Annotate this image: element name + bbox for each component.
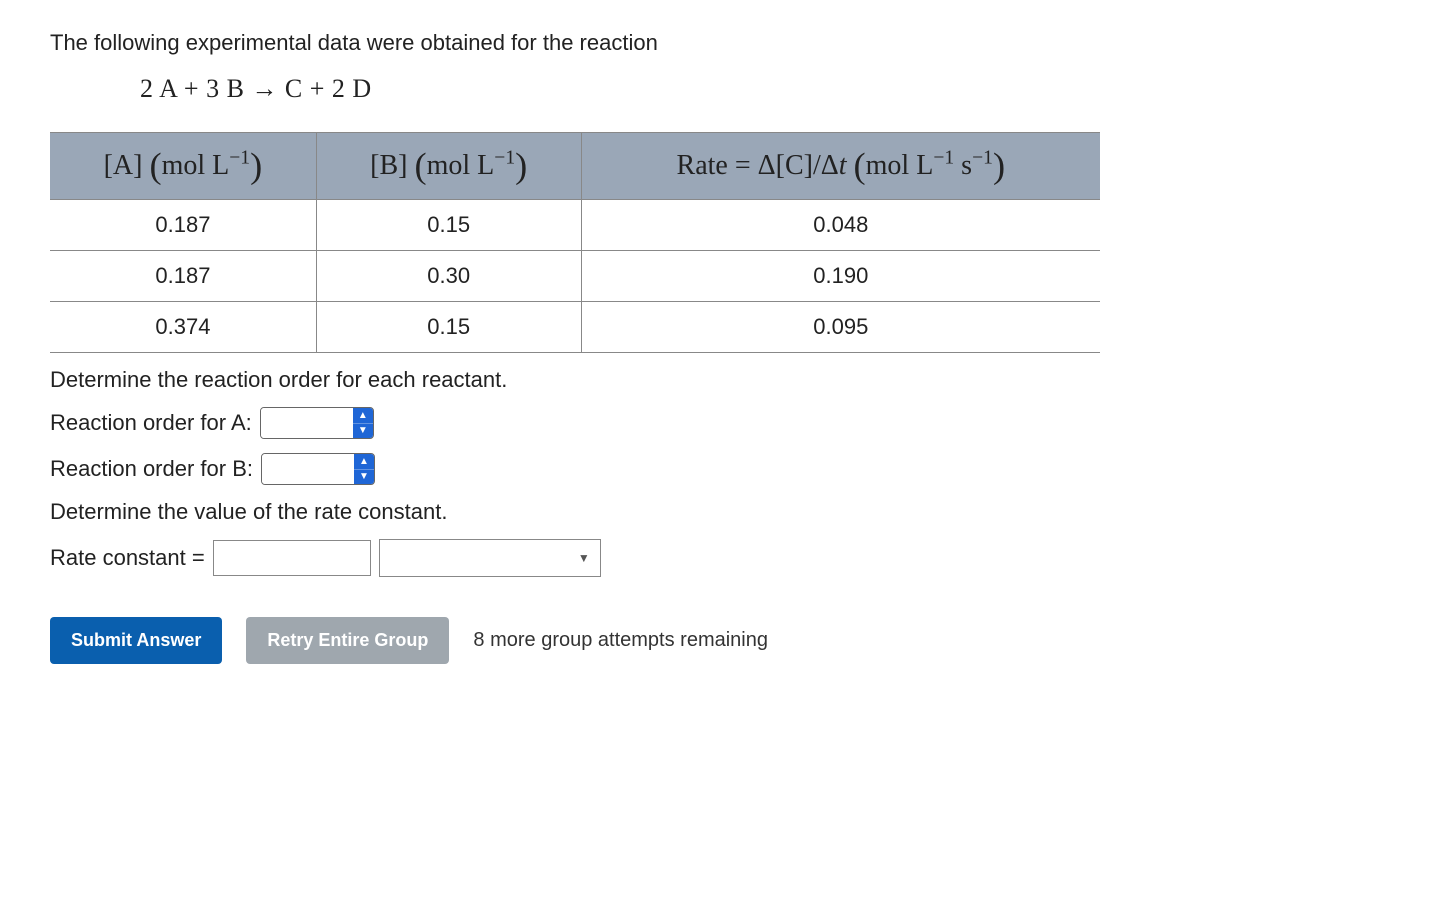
- col-header-b: [B] (mol L−1): [316, 133, 581, 200]
- chevron-down-icon[interactable]: ▼: [353, 424, 373, 439]
- order-a-stepper[interactable]: ▲ ▼: [260, 407, 374, 439]
- cell-b: 0.15: [316, 302, 581, 353]
- cell-b: 0.15: [316, 200, 581, 251]
- data-table: [A] (mol L−1) [B] (mol L−1) Rate = Δ[C]/…: [50, 132, 1100, 353]
- cell-a: 0.374: [50, 302, 316, 353]
- reaction-equation: 2 A + 3 B → C + 2 D: [140, 74, 1389, 104]
- intro-text: The following experimental data were obt…: [50, 30, 1389, 56]
- col-header-a: [A] (mol L−1): [50, 133, 316, 200]
- rate-constant-input[interactable]: [213, 540, 371, 576]
- table-row: 0.187 0.30 0.190: [50, 251, 1100, 302]
- table-row: 0.374 0.15 0.095: [50, 302, 1100, 353]
- chevron-down-icon[interactable]: ▼: [354, 470, 374, 485]
- order-b-stepper[interactable]: ▲ ▼: [261, 453, 375, 485]
- cell-rate: 0.095: [581, 302, 1100, 353]
- chevron-up-icon[interactable]: ▲: [354, 454, 374, 470]
- cell-a: 0.187: [50, 251, 316, 302]
- cell-rate: 0.048: [581, 200, 1100, 251]
- retry-button[interactable]: Retry Entire Group: [246, 617, 449, 664]
- chevron-up-icon[interactable]: ▲: [353, 408, 373, 424]
- order-b-input[interactable]: [262, 454, 354, 484]
- table-row: 0.187 0.15 0.048: [50, 200, 1100, 251]
- cell-b: 0.30: [316, 251, 581, 302]
- label-order-b: Reaction order for B:: [50, 456, 253, 482]
- submit-button[interactable]: Submit Answer: [50, 617, 222, 664]
- attempts-remaining: 8 more group attempts remaining: [473, 629, 768, 652]
- label-rate-constant: Rate constant =: [50, 545, 205, 571]
- prompt-reaction-orders: Determine the reaction order for each re…: [50, 367, 1389, 393]
- order-a-input[interactable]: [261, 408, 353, 438]
- cell-rate: 0.190: [581, 251, 1100, 302]
- label-order-a: Reaction order for A:: [50, 410, 252, 436]
- cell-a: 0.187: [50, 200, 316, 251]
- col-header-rate: Rate = Δ[C]/Δt (mol L−1 s−1): [581, 133, 1100, 200]
- rate-constant-units-dropdown[interactable]: ▼: [379, 539, 601, 577]
- caret-down-icon: ▼: [578, 551, 590, 565]
- prompt-rate-constant: Determine the value of the rate constant…: [50, 499, 1389, 525]
